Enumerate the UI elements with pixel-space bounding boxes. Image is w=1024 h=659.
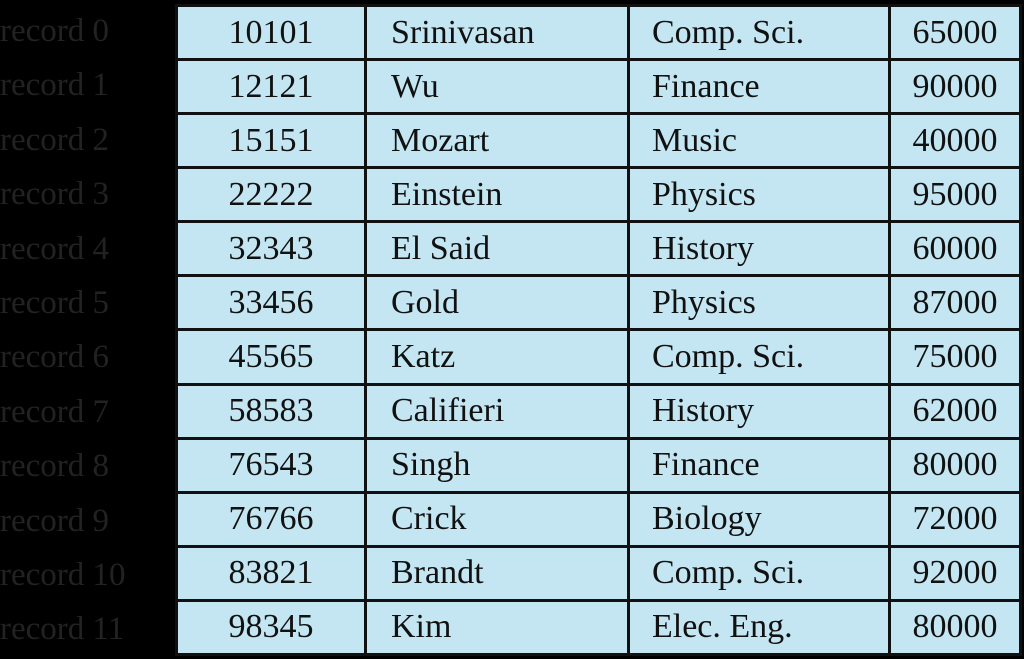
cell-dept: Elec. Eng. bbox=[627, 598, 891, 657]
cell-dept: Biology bbox=[627, 490, 891, 548]
cell-dept: Finance bbox=[627, 436, 891, 494]
cell-salary: 60000 bbox=[888, 220, 1022, 278]
cell-name: Wu bbox=[364, 58, 630, 116]
cell-name: Gold bbox=[364, 274, 630, 332]
cell-salary: 72000 bbox=[888, 490, 1022, 548]
cell-name: Singh bbox=[364, 436, 630, 494]
record-label: record 2 bbox=[0, 121, 110, 158]
cell-name: Kim bbox=[364, 598, 630, 657]
table-row: 10101 Srinivasan Comp. Sci. 65000 bbox=[175, 3, 1022, 62]
record-label: record 4 bbox=[0, 230, 110, 267]
record-labels: record 0 record 1 record 2 record 3 record 4… bbox=[0, 4, 175, 657]
cell-name: Mozart bbox=[364, 112, 630, 170]
cell-name: Califieri bbox=[364, 382, 630, 440]
table-row: 83821 Brandt Comp. Sci. 92000 bbox=[175, 544, 1022, 602]
cell-id: 10101 bbox=[175, 3, 367, 62]
cell-id: 58583 bbox=[175, 382, 367, 440]
cell-dept: Comp. Sci. bbox=[627, 3, 891, 62]
cell-id: 76766 bbox=[175, 490, 367, 548]
record-label: record 1 bbox=[0, 67, 110, 104]
record-label: record 5 bbox=[0, 284, 110, 321]
cell-name: Einstein bbox=[364, 166, 630, 224]
cell-id: 98345 bbox=[175, 598, 367, 657]
table-row: 58583 Califieri History 62000 bbox=[175, 382, 1022, 440]
cell-id: 15151 bbox=[175, 112, 367, 170]
record-label: record 6 bbox=[0, 339, 110, 376]
table-row: 15151 Mozart Music 40000 bbox=[175, 112, 1022, 170]
table-row: 22222 Einstein Physics 95000 bbox=[175, 166, 1022, 224]
cell-salary: 87000 bbox=[888, 274, 1022, 332]
cell-salary: 65000 bbox=[888, 3, 1022, 62]
cell-id: 22222 bbox=[175, 166, 367, 224]
cell-salary: 80000 bbox=[888, 436, 1022, 494]
cell-salary: 95000 bbox=[888, 166, 1022, 224]
cell-salary: 92000 bbox=[888, 544, 1022, 602]
cell-salary: 62000 bbox=[888, 382, 1022, 440]
table-row: 98345 Kim Elec. Eng. 80000 bbox=[175, 598, 1022, 657]
cell-dept: Comp. Sci. bbox=[627, 544, 891, 602]
cell-salary: 75000 bbox=[888, 328, 1022, 386]
cell-id: 32343 bbox=[175, 220, 367, 278]
records-table: 10101 Srinivasan Comp. Sci. 65000 12121 Wu Fin… bbox=[175, 3, 1022, 657]
record-label: record 8 bbox=[0, 448, 110, 485]
cell-salary: 90000 bbox=[888, 58, 1022, 116]
cell-dept: Physics bbox=[627, 274, 891, 332]
cell-dept: Physics bbox=[627, 166, 891, 224]
table-row: 12121 Wu Finance 90000 bbox=[175, 58, 1022, 116]
cell-id: 12121 bbox=[175, 58, 367, 116]
table-row: 76543 Singh Finance 80000 bbox=[175, 436, 1022, 494]
cell-dept: Music bbox=[627, 112, 891, 170]
table-row: 45565 Katz Comp. Sci. 75000 bbox=[175, 328, 1022, 386]
cell-name: Katz bbox=[364, 328, 630, 386]
cell-dept: History bbox=[627, 220, 891, 278]
cell-name: Crick bbox=[364, 490, 630, 548]
record-label: record 0 bbox=[0, 13, 110, 49]
cell-name: El Said bbox=[364, 220, 630, 278]
record-label: record 3 bbox=[0, 176, 110, 213]
table-row: 76766 Crick Biology 72000 bbox=[175, 490, 1022, 548]
cell-id: 83821 bbox=[175, 544, 367, 602]
cell-salary: 40000 bbox=[888, 112, 1022, 170]
record-label: record 7 bbox=[0, 393, 110, 430]
table-row: 32343 El Said History 60000 bbox=[175, 220, 1022, 278]
cell-id: 33456 bbox=[175, 274, 367, 332]
record-label: record 11 bbox=[0, 611, 125, 648]
cell-dept: Comp. Sci. bbox=[627, 328, 891, 386]
cell-name: Srinivasan bbox=[364, 3, 630, 62]
cell-salary: 80000 bbox=[888, 598, 1022, 657]
cell-dept: History bbox=[627, 382, 891, 440]
cell-id: 76543 bbox=[175, 436, 367, 494]
cell-dept: Finance bbox=[627, 58, 891, 116]
record-label: record 10 bbox=[0, 556, 126, 593]
record-label: record 9 bbox=[0, 502, 110, 539]
cell-id: 45565 bbox=[175, 328, 367, 386]
table-row: 33456 Gold Physics 87000 bbox=[175, 274, 1022, 332]
cell-name: Brandt bbox=[364, 544, 630, 602]
